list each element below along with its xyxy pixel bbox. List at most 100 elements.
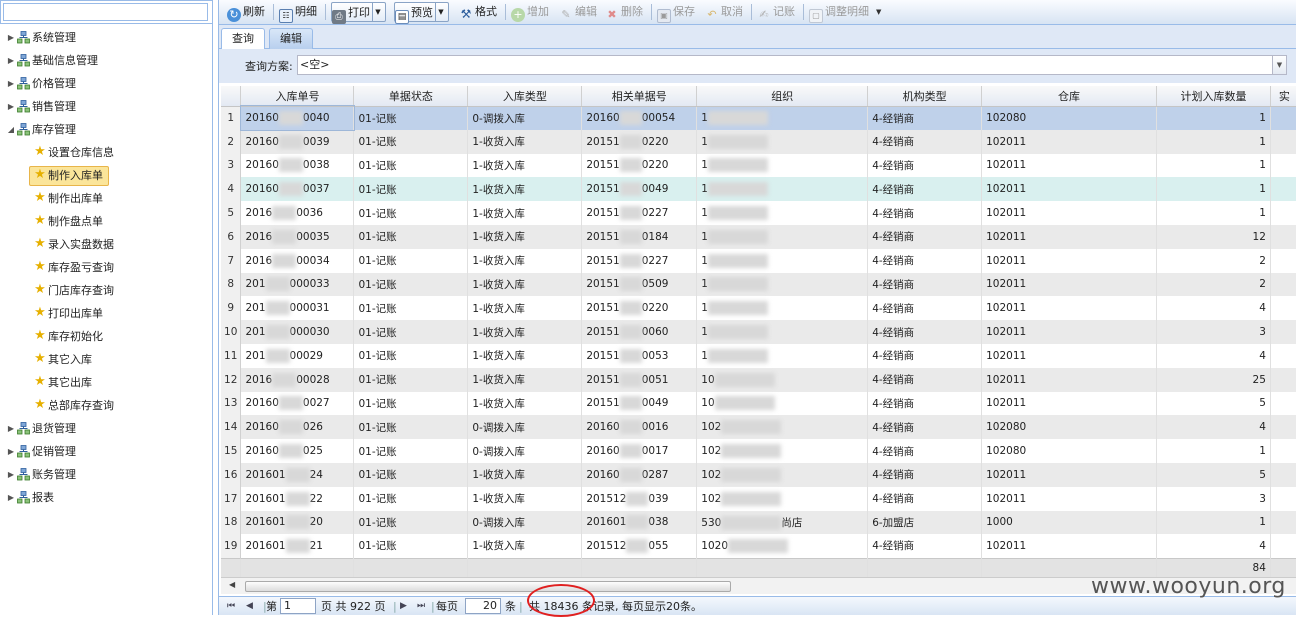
reference-cell[interactable]: 20160 0287	[581, 462, 698, 487]
column-header[interactable]: 组织	[696, 86, 869, 107]
status-cell[interactable]: 01-记账	[353, 510, 469, 535]
planned-qty-cell[interactable]: 4	[1156, 343, 1271, 368]
type-cell[interactable]: 1-收货入库	[467, 296, 583, 321]
actual-qty-cell[interactable]	[1270, 439, 1296, 463]
status-cell[interactable]: 01-记账	[353, 129, 469, 154]
institution-type-cell[interactable]: 6-加盟店	[867, 510, 983, 535]
page-number-input[interactable]: 1	[280, 598, 316, 614]
planned-qty-cell[interactable]: 2	[1156, 248, 1271, 273]
institution-type-cell[interactable]: 4-经销商	[867, 153, 983, 178]
table-row[interactable]: 14 20160 026 01-记账 0-调拨入库 20160 0016 102 4-经销商 10…	[221, 415, 1296, 440]
planned-qty-cell[interactable]: 1	[1156, 510, 1271, 535]
tree-leaf-item[interactable]: ★ 总部库存查询	[0, 394, 212, 417]
order-number-cell[interactable]: 2016 00035	[240, 224, 355, 249]
order-number-cell[interactable]: 20160 0037	[240, 177, 355, 202]
chevron-down-icon[interactable]: ▼	[1272, 56, 1286, 74]
type-cell[interactable]: 1-收货入库	[467, 272, 583, 297]
actual-qty-cell[interactable]	[1270, 177, 1296, 202]
warehouse-cell[interactable]: 102011	[981, 486, 1157, 511]
first-page-icon[interactable]: ⏮	[227, 599, 235, 614]
reference-cell[interactable]: 20151 0509	[581, 272, 698, 297]
warehouse-cell[interactable]: 102011	[981, 462, 1157, 487]
order-number-cell[interactable]: 201 000031	[240, 296, 355, 321]
type-cell[interactable]: 1-收货入库	[467, 224, 583, 249]
planned-qty-cell[interactable]: 1	[1156, 201, 1271, 225]
warehouse-cell[interactable]: 102011	[981, 129, 1157, 154]
order-number-cell[interactable]: 201 00029	[240, 343, 355, 368]
warehouse-cell[interactable]: 1000	[981, 510, 1157, 535]
type-cell[interactable]: 1-收货入库	[467, 367, 583, 392]
warehouse-cell[interactable]: 102080	[981, 439, 1157, 463]
organization-cell[interactable]: 530 尚店	[696, 510, 869, 535]
tree-leaf-item[interactable]: ★ 库存盈亏查询	[0, 256, 212, 279]
institution-type-cell[interactable]: 4-经销商	[867, 177, 983, 202]
tree-leaf-item[interactable]: ★ 制作出库单	[0, 187, 212, 210]
organization-cell[interactable]: 1	[696, 201, 869, 225]
actual-qty-cell[interactable]	[1270, 510, 1296, 535]
organization-cell[interactable]: 1	[696, 153, 869, 178]
warehouse-cell[interactable]: 102011	[981, 320, 1157, 344]
actual-qty-cell[interactable]	[1270, 391, 1296, 416]
tree-folder-item[interactable]: ▶ 价格管理	[0, 72, 212, 95]
institution-type-cell[interactable]: 4-经销商	[867, 272, 983, 297]
status-cell[interactable]: 01-记账	[353, 224, 469, 249]
scroll-left-icon[interactable]: ◀	[229, 580, 235, 589]
type-cell[interactable]: 1-收货入库	[467, 129, 583, 154]
organization-cell[interactable]: 1	[696, 106, 869, 130]
warehouse-cell[interactable]: 102011	[981, 296, 1157, 321]
order-number-cell[interactable]: 2016 00034	[240, 248, 355, 273]
next-page-icon[interactable]: ▶	[400, 599, 407, 614]
institution-type-cell[interactable]: 4-经销商	[867, 343, 983, 368]
table-row[interactable]: 18 201601 20 01-记账 0-调拨入库 201601 038 530 尚店 6-加盟店…	[221, 510, 1296, 535]
warehouse-cell[interactable]: 102011	[981, 177, 1157, 202]
organization-cell[interactable]: 1	[696, 296, 869, 321]
actual-qty-cell[interactable]	[1270, 106, 1296, 130]
table-row[interactable]: 19 201601 21 01-记账 1-收货入库 201512 055 1020 4-经销商 1…	[221, 534, 1296, 559]
status-cell[interactable]: 01-记账	[353, 415, 469, 440]
institution-type-cell[interactable]: 4-经销商	[867, 201, 983, 225]
order-number-cell[interactable]: 20160 026	[240, 415, 355, 440]
organization-cell[interactable]: 102	[696, 462, 869, 487]
table-row[interactable]: 15 20160 025 01-记账 0-调拨入库 20160 0017 102 4-经销商 10…	[221, 439, 1296, 463]
status-cell[interactable]: 01-记账	[353, 201, 469, 225]
post-button[interactable]: ✍ 记账	[757, 2, 795, 22]
reference-cell[interactable]: 20151 0053	[581, 343, 698, 368]
tree-folder-item[interactable]: ▶ 退货管理	[0, 417, 212, 440]
reference-cell[interactable]: 20151 0227	[581, 201, 698, 225]
planned-qty-cell[interactable]: 1	[1156, 177, 1271, 202]
table-row[interactable]: 4 20160 0037 01-记账 1-收货入库 20151 0049 1 4-经销商 1020…	[221, 177, 1296, 202]
type-cell[interactable]: 1-收货入库	[467, 320, 583, 344]
tree-filter-input[interactable]	[3, 3, 208, 21]
actual-qty-cell[interactable]	[1270, 367, 1296, 392]
tree-leaf-item[interactable]: ★ 设置仓库信息	[0, 141, 212, 164]
type-cell[interactable]: 1-收货入库	[467, 534, 583, 559]
status-cell[interactable]: 01-记账	[353, 296, 469, 321]
planned-qty-cell[interactable]: 5	[1156, 462, 1271, 487]
organization-cell[interactable]: 102	[696, 486, 869, 511]
institution-type-cell[interactable]: 4-经销商	[867, 486, 983, 511]
preview-button[interactable]: ▤ 预览 ▼	[394, 2, 449, 24]
per-page-input[interactable]: 20	[465, 598, 501, 614]
warehouse-cell[interactable]: 102011	[981, 343, 1157, 368]
table-row[interactable]: 13 20160 0027 01-记账 1-收货入库 20151 0049 10 4-经销商 10…	[221, 391, 1296, 416]
institution-type-cell[interactable]: 4-经销商	[867, 224, 983, 249]
collapsed-arrow-icon[interactable]: ▶	[6, 417, 16, 440]
reference-cell[interactable]: 20151 0220	[581, 153, 698, 178]
type-cell[interactable]: 1-收货入库	[467, 486, 583, 511]
collapsed-arrow-icon[interactable]: ▶	[6, 440, 16, 463]
organization-cell[interactable]: 1	[696, 272, 869, 297]
refresh-button[interactable]: ↻ 刷新	[227, 2, 265, 22]
planned-qty-cell[interactable]: 1	[1156, 439, 1271, 463]
print-dropdown-arrow[interactable]: ▼	[372, 3, 383, 21]
tree-leaf-item[interactable]: ★ 其它入库	[0, 348, 212, 371]
tree-leaf-item[interactable]: ★ 库存初始化	[0, 325, 212, 348]
reference-cell[interactable]: 20160 0017	[581, 439, 698, 463]
institution-type-cell[interactable]: 4-经销商	[867, 415, 983, 440]
table-row[interactable]: 3 20160 0038 01-记账 1-收货入库 20151 0220 1 4-经销商 1020…	[221, 153, 1296, 178]
order-number-cell[interactable]: 201601 20	[240, 510, 355, 535]
order-number-cell[interactable]: 201601 22	[240, 486, 355, 511]
organization-cell[interactable]: 102	[696, 439, 869, 463]
table-row[interactable]: 8 201 000033 01-记账 1-收货入库 20151 0509 1 4-经销商 1020…	[221, 272, 1296, 297]
order-number-cell[interactable]: 2016 0036	[240, 201, 355, 225]
warehouse-cell[interactable]: 102011	[981, 201, 1157, 225]
